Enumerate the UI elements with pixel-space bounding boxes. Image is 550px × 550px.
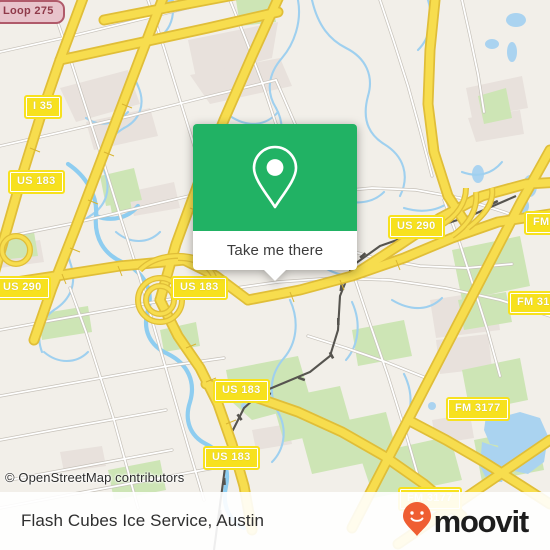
footer-bar: Flash Cubes Ice Service, Austin moovit [0, 492, 550, 550]
moovit-logo[interactable]: moovit [402, 501, 530, 542]
map-attribution[interactable]: © OpenStreetMap contributors [5, 470, 184, 485]
road-label-us-290-b: US 290 [388, 215, 445, 239]
popup-pointer-tail [264, 270, 286, 281]
road-label-fm-3177-b: FM 3177 [446, 397, 510, 421]
moovit-wordmark: moovit [433, 503, 530, 539]
road-label-us-290-a: US 290 [0, 276, 51, 300]
road-label-us-183-c: US 183 [213, 379, 270, 403]
map-screenshot: Loop 275 I 35 US 183 US 290 US 183 US 18… [0, 0, 550, 550]
road-label-us-183-b: US 183 [171, 276, 228, 300]
location-popup[interactable]: Take me there [193, 124, 357, 281]
road-label-us-183-d: US 183 [203, 446, 260, 470]
road-label-us-183-a: US 183 [8, 170, 65, 194]
take-me-there-button[interactable]: Take me there [193, 231, 357, 281]
road-label-loop-275: Loop 275 [0, 0, 65, 24]
road-label-i-35: I 35 [24, 95, 62, 119]
popup-photo-panel [193, 124, 357, 231]
take-me-there-label: Take me there [226, 242, 324, 259]
road-label-fm-3177-a: FM 3177 [508, 291, 550, 315]
map-pin-icon [248, 143, 302, 213]
moovit-smiling-pin-icon [402, 501, 432, 542]
road-label-fm-right-top: FM 3 [524, 211, 550, 235]
page-title: Flash Cubes Ice Service, Austin [21, 511, 265, 530]
